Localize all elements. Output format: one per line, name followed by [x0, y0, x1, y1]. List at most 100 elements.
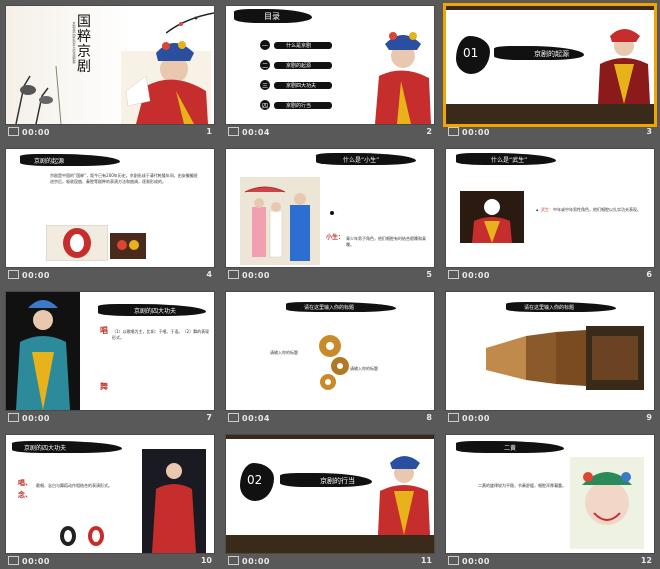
- slide-number: 11: [420, 556, 432, 565]
- slide-5-canvas[interactable]: 什么是“小生” · 小生： 青少年男子角色，他们唱腔有时结合假嗓和真嗓。: [226, 149, 434, 267]
- slide-1-canvas[interactable]: 国粹京剧 京剧是中国影响最大的戏曲剧种: [6, 6, 214, 124]
- toc-item[interactable]: 什么是京剧: [286, 42, 311, 49]
- star-icon: [228, 270, 239, 279]
- slide-8-canvas[interactable]: 请在这里输入你的标题 请输入你的标题 请输入你的标题: [226, 292, 434, 410]
- slide-thumbnail-11[interactable]: 02 京剧的行当 00:00 11: [220, 429, 438, 569]
- slide-title: 京剧的起源: [34, 158, 65, 165]
- body-text: 歌唱、念白与舞蹈动作相结合的表演形式。: [36, 483, 112, 488]
- slide-9-canvas[interactable]: 请在这里输入你的标题: [446, 292, 654, 410]
- skill-char: 念、: [18, 491, 32, 499]
- slide-12-canvas[interactable]: 二黄 二黄的旋律较为平稳，节奏舒缓，唱腔浑厚凝重。: [446, 435, 654, 553]
- slide-number: 8: [426, 413, 432, 422]
- slide-9-meta: 00:00 9: [446, 411, 654, 425]
- slide-6-canvas[interactable]: 什么是“武生” ◆ 武生：中年或中年男性角色，他们唱腔以扎实功夫表现。: [446, 149, 654, 267]
- slide-thumbnail-3[interactable]: 01 京剧的起源 00:00 3: [440, 0, 658, 140]
- star-icon: [448, 127, 459, 136]
- slide-7-meta: 00:00 7: [6, 411, 214, 425]
- section-number: 02: [247, 473, 263, 487]
- slide-11-meta: 00:00 11: [226, 554, 434, 568]
- timing-label: 00:04: [228, 127, 270, 137]
- slide-thumbnail-4[interactable]: 京剧的起源 京剧是中国的“国粹”，距今已有200年历史。京剧形成于清代乾隆年间，…: [0, 143, 218, 283]
- opera-face-image: [570, 457, 644, 549]
- slide-2-canvas[interactable]: 目录 一 什么是京剧 二 京剧的起源 三 京剧四大功夫 四 京剧的行当: [226, 6, 434, 124]
- term-label: 武生：: [541, 207, 553, 212]
- star-icon: [8, 127, 19, 136]
- slide-1-meta: 00:00 1: [6, 125, 214, 139]
- slide-10-meta: 00:00 10: [6, 554, 214, 568]
- slide-7-canvas[interactable]: 京剧的四大功夫 唱 （1）以歌唱为主，比如：于唱、于语。（2）舞的表现形式。 舞: [6, 292, 214, 410]
- star-icon: [228, 556, 239, 565]
- gear-label: 请输入你的标题: [270, 350, 298, 355]
- gear-label: 请输入你的标题: [350, 366, 378, 371]
- body-text: 二黄的旋律较为平稳，节奏舒缓，唱腔浑厚凝重。: [478, 483, 566, 488]
- skill-char: 舞: [100, 382, 108, 391]
- filmstrip-graphic: [486, 326, 644, 390]
- opera-performer-image: [598, 29, 650, 104]
- slide-number: 10: [200, 556, 212, 565]
- opera-performer-image: [378, 456, 430, 535]
- slide-thumbnail-5[interactable]: 什么是“小生” · 小生： 青少年男子角色，他们唱腔有时结合假嗓和真嗓。 00:…: [220, 143, 438, 283]
- performer-image: [142, 449, 206, 553]
- slide-thumbnail-7[interactable]: 京剧的四大功夫 唱 （1）以歌唱为主，比如：于唱、于语。（2）舞的表现形式。 舞…: [0, 286, 218, 426]
- timing-label: 00:00: [8, 270, 50, 280]
- timing-label: 00:00: [228, 556, 270, 566]
- slide-thumbnail-2[interactable]: 目录 一 什么是京剧 二 京剧的起源 三 京剧四大功夫 四 京剧的行当 00:0…: [220, 0, 438, 140]
- slide-title: 京剧的四大功夫: [134, 308, 177, 315]
- opera-performer-image: [375, 32, 431, 124]
- section-number: 01: [463, 46, 479, 60]
- slide-title: 请在这里输入你的标题: [524, 305, 575, 311]
- star-icon: [228, 413, 239, 422]
- section-title: 京剧的行当: [320, 477, 355, 485]
- term-definition: 武生：中年或中年男性角色，他们唱腔以扎实功夫表现。: [541, 207, 641, 213]
- slide-3-meta: 00:00 3: [446, 125, 654, 139]
- opera-performer-image: [121, 41, 211, 124]
- title-vertical: 国粹京剧: [77, 15, 91, 75]
- slide-number: 5: [426, 270, 432, 279]
- slide-number: 4: [206, 270, 212, 279]
- wusheng-image: [460, 191, 524, 243]
- toc-title: 目录: [264, 12, 280, 21]
- slide-number: 6: [646, 270, 652, 279]
- body-text: （1）以歌唱为主，比如：于唱、于语。（2）舞的表现形式。: [112, 329, 210, 340]
- slide-number: 9: [646, 413, 652, 422]
- timing-label: 00:00: [448, 127, 490, 137]
- slide-thumbnail-9[interactable]: 请在这里输入你的标题 00:00 9: [440, 286, 658, 426]
- toc-item[interactable]: 京剧的起源: [286, 62, 311, 69]
- slide-sorter-grid: 国粹京剧 京剧是中国影响最大的戏曲剧种 00:00 1 目录: [0, 0, 660, 568]
- timing-label: 00:00: [448, 270, 490, 280]
- slide-title: 京剧的四大功夫: [24, 445, 67, 452]
- slide-thumbnail-12[interactable]: 二黄 二黄的旋律较为平稳，节奏舒缓，唱腔浑厚凝重。 00:00 12: [440, 429, 658, 569]
- slide-4-canvas[interactable]: 京剧的起源 京剧是中国的“国粹”，距今已有200年历史。京剧形成于清代乾隆年间，…: [6, 149, 214, 267]
- slide-number: 2: [426, 127, 432, 136]
- mask-image: [46, 225, 108, 261]
- slide-thumbnail-1[interactable]: 国粹京剧 京剧是中国影响最大的戏曲剧种 00:00 1: [0, 0, 218, 140]
- slide-3-canvas[interactable]: 01 京剧的起源: [446, 6, 654, 124]
- star-icon: [448, 270, 459, 279]
- timing-label: 00:00: [448, 556, 490, 566]
- slide-number: 3: [646, 127, 652, 136]
- slide-thumbnail-10[interactable]: 京剧的四大功夫 唱、 念、 歌唱、念白与舞蹈动作相结合的表演形式。 00:00 …: [0, 429, 218, 569]
- slide-5-meta: 00:00 5: [226, 268, 434, 282]
- gears-icon: [319, 335, 349, 390]
- slide-thumbnail-8[interactable]: 请在这里输入你的标题 请输入你的标题 请输入你的标题 00:04 8: [220, 286, 438, 426]
- slide-number: 7: [206, 413, 212, 422]
- slide-title: 什么是“武生”: [491, 157, 528, 164]
- toc-item[interactable]: 京剧四大功夫: [286, 82, 316, 89]
- slide-8-meta: 00:04 8: [226, 411, 434, 425]
- toc-item[interactable]: 京剧的行当: [286, 102, 311, 109]
- star-icon: [8, 270, 19, 279]
- star-icon: [8, 413, 19, 422]
- slide-11-canvas[interactable]: 02 京剧的行当: [226, 435, 434, 553]
- timing-label: 00:00: [8, 556, 50, 566]
- slide-4-meta: 00:00 4: [6, 268, 214, 282]
- slide-title: 什么是“小生”: [343, 157, 380, 164]
- subtitle-vertical: 京剧是中国影响最大的戏曲剧种: [72, 22, 76, 64]
- skill-char: 唱、: [18, 479, 32, 487]
- slide-title: 请在这里输入你的标题: [304, 305, 355, 311]
- slide-title: 二黄: [504, 445, 517, 452]
- slide-thumbnail-6[interactable]: 什么是“武生” ◆ 武生：中年或中年男性角色，他们唱腔以扎实功夫表现。 00:0…: [440, 143, 658, 283]
- slide-10-canvas[interactable]: 京剧的四大功夫 唱、 念、 歌唱、念白与舞蹈动作相结合的表演形式。: [6, 435, 214, 553]
- slide-2-meta: 00:04 2: [226, 125, 434, 139]
- skill-char: 唱: [100, 326, 108, 335]
- star-icon: [8, 556, 19, 565]
